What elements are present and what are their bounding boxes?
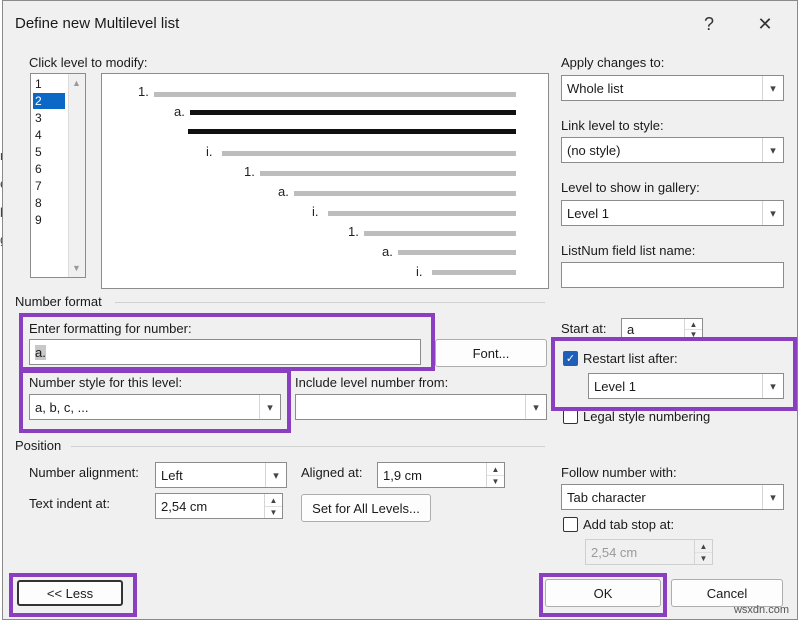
- chevron-down-icon[interactable]: ▾: [265, 463, 286, 487]
- start-at-value: a: [627, 322, 635, 337]
- number-alignment-select[interactable]: Left ▾: [155, 462, 287, 488]
- include-level-select[interactable]: ▾: [295, 394, 547, 420]
- preview-number: i.: [312, 204, 319, 219]
- font-button[interactable]: Font...: [435, 339, 547, 367]
- show-in-gallery-label: Level to show in gallery:: [561, 180, 700, 195]
- level-scrollbar[interactable]: ▲ ▼: [68, 74, 85, 277]
- highlight-less-box: [9, 573, 137, 617]
- define-multilevel-list-dialog: Define new Multilevel list ? ✕ Click lev…: [2, 0, 798, 620]
- preview-line: [328, 211, 516, 216]
- level-item[interactable]: 3: [35, 110, 65, 126]
- preview-line: [294, 191, 516, 196]
- watermark: wsxdn.com: [733, 604, 789, 616]
- chevron-down-icon[interactable]: ▾: [762, 138, 783, 162]
- aligned-at-label: Aligned at:: [301, 465, 363, 480]
- number-alignment-label: Number alignment:: [29, 465, 139, 480]
- preview-number: a.: [278, 184, 289, 199]
- show-in-gallery-select[interactable]: Level 1 ▾: [561, 200, 784, 226]
- follow-number-select[interactable]: Tab character ▾: [561, 484, 784, 510]
- set-for-all-levels-button[interactable]: Set for All Levels...: [301, 494, 431, 522]
- number-format-section-label: Number format: [15, 294, 102, 309]
- title-bar: Define new Multilevel list ? ✕: [3, 1, 797, 45]
- link-level-value: (no style): [567, 143, 621, 158]
- tab-stop-input[interactable]: 2,54 cm ▲ ▼: [585, 539, 713, 565]
- spin-down-icon[interactable]: ▼: [265, 506, 282, 518]
- text-indent-value: 2,54 cm: [161, 499, 208, 514]
- scroll-up-icon[interactable]: ▲: [72, 78, 81, 88]
- preview-line-selected: [188, 129, 516, 134]
- level-item[interactable]: 4: [35, 127, 65, 143]
- list-preview: 1. a. i. 1. a. i. 1. a. i.: [101, 73, 549, 289]
- start-at-spinner[interactable]: ▲ ▼: [684, 319, 702, 339]
- preview-number: 1.: [244, 164, 255, 179]
- add-tab-stop-label: Add tab stop at:: [583, 517, 675, 532]
- preview-line: [222, 151, 516, 156]
- tab-stop-value: 2,54 cm: [591, 545, 638, 560]
- preview-number: a.: [174, 104, 185, 119]
- preview-line-selected: [190, 110, 516, 115]
- text-indent-input[interactable]: 2,54 cm ▲ ▼: [155, 493, 283, 519]
- chevron-down-icon[interactable]: ▾: [525, 395, 546, 419]
- level-item[interactable]: 6: [35, 161, 65, 177]
- preview-line: [432, 270, 516, 275]
- tab-stop-spinner[interactable]: ▲ ▼: [694, 540, 712, 564]
- preview-number: a.: [382, 244, 393, 259]
- level-item[interactable]: 9: [35, 212, 65, 228]
- level-item-selected[interactable]: 2: [33, 93, 65, 109]
- chevron-down-icon[interactable]: ▾: [762, 201, 783, 225]
- text-indent-spinner[interactable]: ▲ ▼: [264, 494, 282, 518]
- preview-line: [364, 231, 516, 236]
- follow-number-value: Tab character: [567, 490, 646, 505]
- highlight-style-box: [19, 369, 291, 433]
- start-at-label: Start at:: [561, 321, 607, 336]
- highlight-restart-box: [551, 337, 797, 411]
- listnum-input[interactable]: [561, 262, 784, 288]
- help-button[interactable]: ?: [689, 9, 729, 39]
- listnum-label: ListNum field list name:: [561, 243, 696, 258]
- apply-changes-value: Whole list: [567, 81, 624, 96]
- position-section-label: Position: [15, 438, 62, 453]
- level-item[interactable]: 5: [35, 144, 65, 160]
- scroll-down-icon[interactable]: ▼: [72, 263, 81, 273]
- level-listbox[interactable]: 1 2 3 4 5 6 7 8 9 ▲ ▼: [30, 73, 86, 278]
- chevron-down-icon[interactable]: ▾: [762, 76, 783, 100]
- apply-changes-select[interactable]: Whole list ▾: [561, 75, 784, 101]
- level-selector-label: Click level to modify:: [29, 55, 148, 70]
- include-level-label: Include level number from:: [295, 375, 449, 390]
- show-in-gallery-value: Level 1: [567, 206, 609, 221]
- section-divider: [115, 302, 545, 303]
- section-divider: [71, 446, 545, 447]
- level-item[interactable]: 1: [35, 76, 65, 92]
- legal-style-checkbox[interactable]: [563, 409, 578, 424]
- preview-line: [260, 171, 516, 176]
- link-level-select[interactable]: (no style) ▾: [561, 137, 784, 163]
- preview-line: [154, 92, 516, 97]
- spin-down-icon[interactable]: ▼: [695, 552, 712, 564]
- preview-line: [398, 250, 516, 255]
- highlight-ok-box: [539, 573, 667, 617]
- close-button[interactable]: ✕: [745, 9, 785, 39]
- add-tab-stop-checkbox[interactable]: [563, 517, 578, 532]
- number-alignment-value: Left: [161, 468, 183, 483]
- level-item[interactable]: 8: [35, 195, 65, 211]
- preview-number: 1.: [138, 84, 149, 99]
- aligned-at-value: 1,9 cm: [383, 468, 423, 483]
- preview-number: i.: [206, 144, 213, 159]
- apply-changes-label: Apply changes to:: [561, 55, 665, 70]
- legal-style-label: Legal style numbering: [583, 409, 711, 424]
- highlight-format-box: [19, 313, 435, 371]
- spin-down-icon[interactable]: ▼: [487, 475, 504, 487]
- preview-number: 1.: [348, 224, 359, 239]
- aligned-at-spinner[interactable]: ▲ ▼: [486, 463, 504, 487]
- link-level-label: Link level to style:: [561, 118, 664, 133]
- preview-number: i.: [416, 264, 423, 279]
- aligned-at-input[interactable]: 1,9 cm ▲ ▼: [377, 462, 505, 488]
- dialog-title: Define new Multilevel list: [15, 15, 180, 32]
- cancel-button[interactable]: Cancel: [671, 579, 783, 607]
- level-item[interactable]: 7: [35, 178, 65, 194]
- chevron-down-icon[interactable]: ▾: [762, 485, 783, 509]
- follow-number-label: Follow number with:: [561, 465, 677, 480]
- text-indent-label: Text indent at:: [29, 496, 110, 511]
